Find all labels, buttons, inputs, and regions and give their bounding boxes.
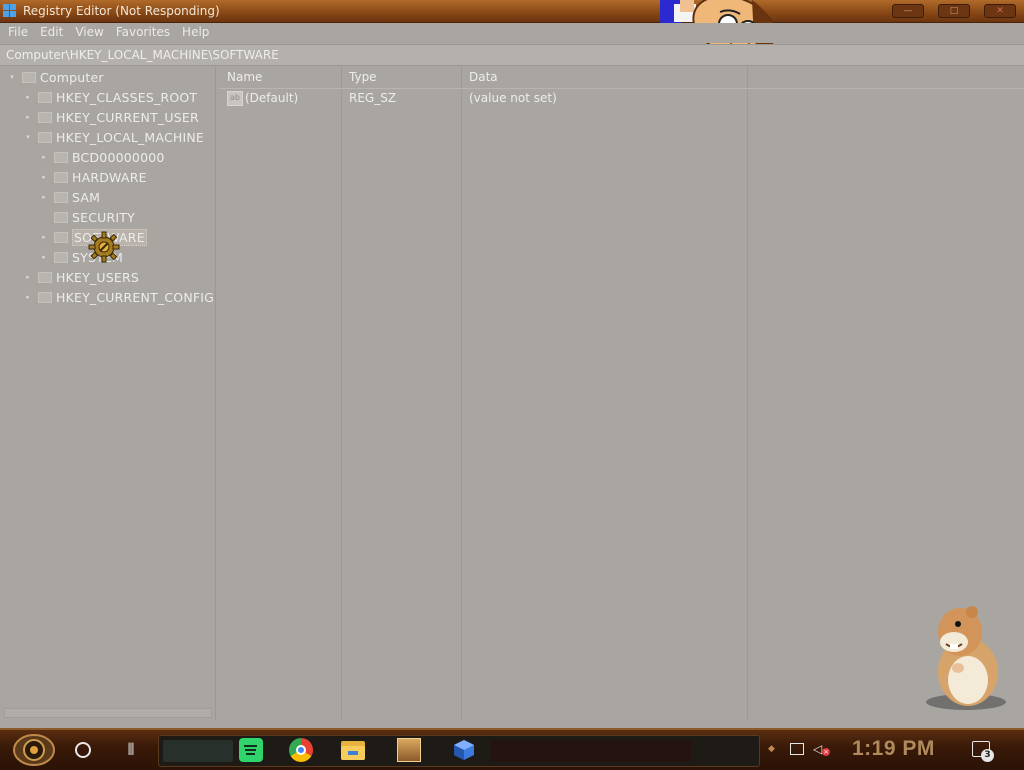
menu-view[interactable]: View	[69, 23, 109, 43]
expand-arrow-icon[interactable]: ▸	[24, 273, 32, 281]
tree-item-label: SECURITY	[72, 209, 135, 225]
address-bar[interactable]: Computer\HKEY_LOCAL_MACHINE\SOFTWARE	[0, 44, 1024, 66]
tree-item[interactable]: SECURITY	[40, 207, 135, 227]
cube-app-icon[interactable]	[452, 738, 476, 762]
address-path[interactable]: Computer\HKEY_LOCAL_MACHINE\SOFTWARE	[6, 48, 279, 62]
tree-item[interactable]: ▸ HARDWARE	[40, 167, 147, 187]
minimize-button[interactable]: —	[892, 4, 924, 18]
chrome-icon[interactable]	[289, 738, 313, 762]
folder-icon	[54, 231, 68, 243]
folder-icon	[54, 171, 68, 183]
volume-muted-icon[interactable]: ◁	[813, 742, 822, 756]
folder-icon	[54, 151, 68, 163]
tray-overflow-chevron-icon[interactable]: ◆	[768, 744, 775, 754]
column-header-type[interactable]: Type	[341, 67, 461, 88]
muted-badge-icon: ×	[822, 748, 830, 756]
tree-horizontal-scrollbar[interactable]	[4, 708, 212, 718]
expand-arrow-icon[interactable]: ▸	[40, 253, 48, 261]
menu-file[interactable]: File	[2, 23, 34, 43]
registry-editor-icon	[3, 4, 17, 18]
expand-arrow-icon[interactable]: ▸	[24, 293, 32, 301]
folder-icon	[38, 111, 52, 123]
expand-arrow-icon[interactable]: ▸	[40, 233, 48, 241]
tree-item-label: HKEY_CURRENT_CONFIG	[56, 289, 215, 305]
menu-help[interactable]: Help	[176, 23, 215, 43]
taskbar: ⫴ ◆ ◁ × 1:19 PM 3	[0, 728, 1024, 770]
file-explorer-icon[interactable]	[341, 738, 365, 762]
maximize-button[interactable]: □	[938, 4, 970, 18]
registry-values-pane[interactable]: Name Type Data ab (Default) REG_SZ (value…	[219, 67, 1024, 721]
tree-item-label: HKEY_CURRENT_USER	[56, 109, 199, 125]
folder-icon	[38, 91, 52, 103]
folder-icon	[38, 271, 52, 283]
folder-icon	[54, 191, 68, 203]
folder-icon	[54, 211, 68, 223]
menu-edit[interactable]: Edit	[34, 23, 69, 43]
tree-item[interactable]: ▸ HKEY_CLASSES_ROOT	[24, 87, 197, 107]
expand-arrow-icon[interactable]: ▸	[24, 113, 32, 121]
computer-icon	[22, 71, 36, 83]
start-button-icon[interactable]	[12, 733, 56, 767]
tree-item[interactable]: ▸ HKEY_CURRENT_USER	[24, 107, 199, 127]
expand-arrow-icon[interactable]: ▸	[24, 93, 32, 101]
tree-item-label: HKEY_CLASSES_ROOT	[56, 89, 198, 105]
registry-tree-pane[interactable]: ▾ Computer ▸ HKEY_CLASSES_ROOT ▸ HKEY_CURRENT…	[0, 67, 216, 721]
system-tray: ◆ ◁ × 1:19 PM 3	[765, 732, 1024, 768]
tree-item[interactable]: ▸ BCD00000000	[40, 147, 165, 167]
value-data-cell[interactable]: (value not set)	[469, 91, 739, 109]
expand-arrow-icon[interactable]: ▸	[40, 153, 48, 161]
window-title: Registry Editor (Not Responding)	[23, 4, 220, 18]
column-header-name[interactable]: Name	[219, 67, 341, 88]
string-value-icon: ab	[227, 91, 243, 106]
folder-icon	[38, 291, 52, 303]
header-separator	[219, 88, 1024, 89]
tree-item-label: HKEY_LOCAL_MACHINE	[56, 129, 205, 145]
title-bar[interactable]: Registry Editor (Not Responding) — □ ✕	[0, 0, 1024, 23]
close-button[interactable]: ✕	[984, 4, 1016, 18]
column-divider[interactable]	[747, 67, 748, 721]
menu-favorites[interactable]: Favorites	[110, 23, 176, 43]
collapse-arrow-icon[interactable]: ▾	[24, 133, 32, 141]
tree-item[interactable]: ▾ Computer	[8, 67, 104, 87]
tree-item-label: SAM	[72, 189, 101, 205]
cortana-icon[interactable]	[71, 738, 95, 762]
value-type-cell[interactable]: REG_SZ	[349, 91, 459, 109]
expand-arrow-icon[interactable]: ▸	[40, 193, 48, 201]
network-icon[interactable]	[790, 743, 804, 755]
hamster-mascot-icon	[926, 606, 1006, 710]
tree-item-label: Computer	[40, 69, 104, 85]
tree-item-label: HKEY_USERS	[56, 269, 139, 285]
tree-item-label: HARDWARE	[72, 169, 147, 185]
tree-item-label: BCD00000000	[72, 149, 165, 165]
spotify-icon[interactable]	[239, 738, 263, 762]
expand-arrow-icon[interactable]: ▸	[40, 173, 48, 181]
collapse-arrow-icon[interactable]: ▾	[8, 73, 16, 81]
value-name: (Default)	[245, 91, 299, 105]
folder-icon	[38, 131, 52, 143]
tree-item[interactable]: ▸ HKEY_USERS	[24, 267, 139, 287]
clock[interactable]: 1:19 PM	[852, 737, 935, 761]
notification-count-badge: 3	[981, 749, 994, 762]
busy-gear-cursor-icon	[88, 231, 120, 263]
folder-icon	[54, 251, 68, 263]
task-view-icon[interactable]: ⫴	[119, 738, 143, 762]
tree-item[interactable]: ▸ SAM	[40, 187, 100, 207]
value-name-cell[interactable]: ab (Default)	[227, 91, 341, 109]
tree-item[interactable]: ▸ HKEY_CURRENT_CONFIG	[24, 287, 214, 307]
game-box-icon[interactable]	[397, 738, 421, 762]
tree-item[interactable]: ▾ HKEY_LOCAL_MACHINE	[24, 127, 204, 147]
column-header-data[interactable]: Data	[461, 67, 747, 88]
column-divider[interactable]	[461, 67, 462, 721]
column-divider[interactable]	[341, 67, 342, 721]
menu-bar: File Edit View Favorites Help	[0, 23, 1024, 43]
